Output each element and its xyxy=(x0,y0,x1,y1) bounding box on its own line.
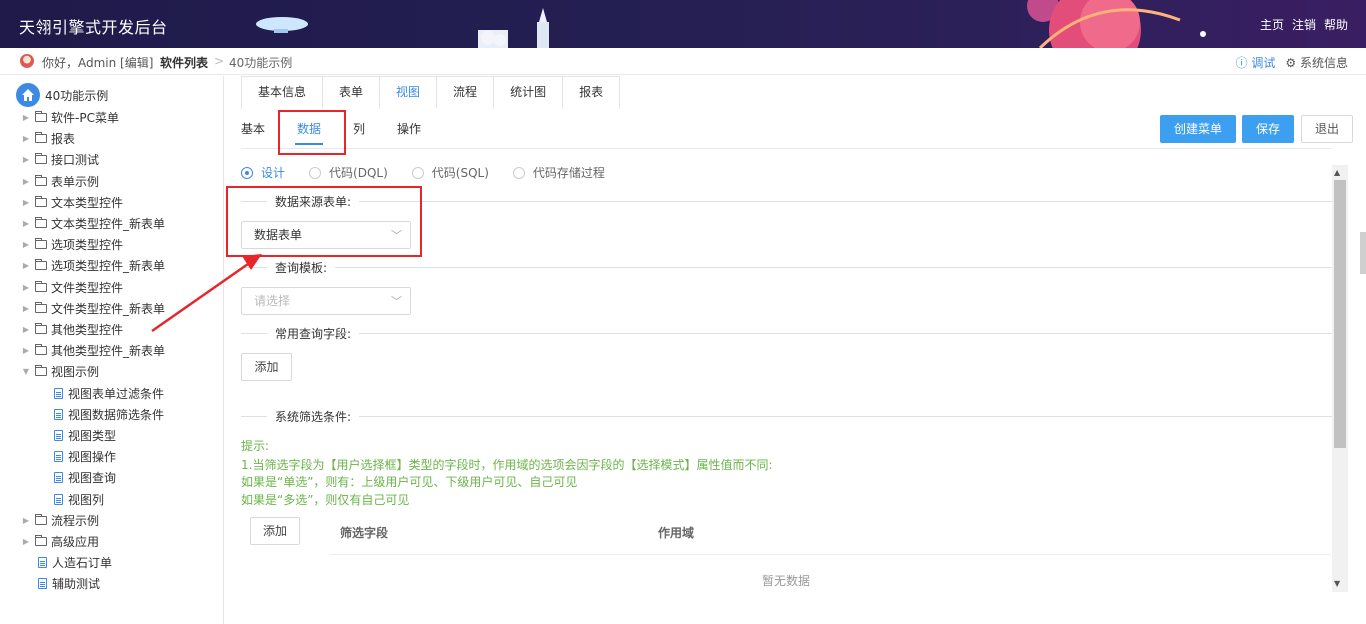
annotation-arrow xyxy=(151,254,262,333)
